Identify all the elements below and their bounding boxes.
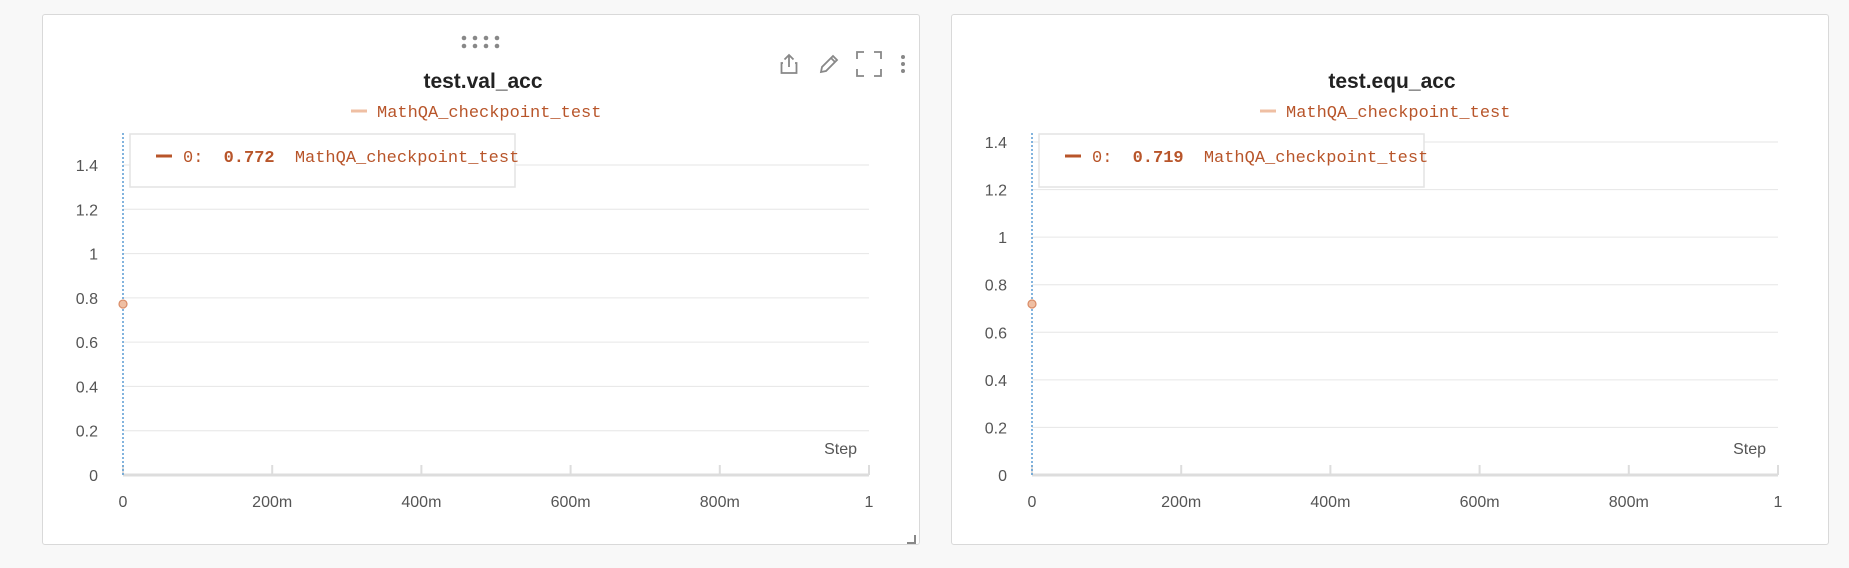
hover-tooltip: 0: 0.719 MathQA_checkpoint_test [1038, 133, 1428, 188]
x-tick-label: 800m [700, 494, 740, 511]
y-tick-label: 1 [89, 247, 98, 264]
tooltip-value: 0.719 [1133, 149, 1184, 168]
y-tick-label: 0.4 [76, 379, 98, 396]
more-button[interactable] [893, 49, 913, 79]
chart-title: test.val_acc [423, 70, 542, 93]
data-point [118, 299, 128, 309]
x-tick-label: 600m [1460, 494, 1500, 511]
y-tick-label: 0.4 [985, 373, 1007, 390]
edit-button[interactable] [813, 49, 845, 79]
svg-text:0: 0.772 MathQ: 0: 0.772 MathQA_checkpoint_test [183, 149, 519, 168]
tooltip-index: 0: [183, 149, 203, 168]
y-tick-label: 0.6 [76, 335, 98, 352]
y-tick-label: 0.8 [985, 278, 1007, 295]
x-axis-label: Step [1733, 441, 1766, 458]
y-tick-label: 0.6 [985, 325, 1007, 342]
x-tick-label: 0 [119, 494, 128, 511]
pencil-icon [819, 54, 839, 74]
chart-panel-equ-acc: test.equ_acc MathQA_checkpoint_test 0 0.2… [951, 14, 1829, 545]
resize-corner-icon[interactable] [906, 531, 916, 544]
chart-panel-val-acc: test.val_acc MathQA_checkpoint_test 0 0.2… [42, 14, 920, 545]
tooltip-index: 0: [1092, 149, 1112, 168]
y-tick-label: 0.8 [76, 291, 98, 308]
y-tick-label: 0 [89, 468, 98, 485]
val-acc-chart[interactable]: test.val_acc MathQA_checkpoint_test 0 0.2… [43, 15, 921, 546]
x-tick-label: 200m [252, 494, 292, 511]
fullscreen-icon [856, 51, 882, 77]
x-tick-label: 400m [401, 494, 441, 511]
x-tick-label: 400m [1310, 494, 1350, 511]
tooltip-series-name: MathQA_checkpoint_test [295, 149, 519, 168]
y-tick-label: 0 [998, 468, 1007, 485]
drag-handle-icon[interactable] [459, 35, 503, 49]
y-tick-label: 1.4 [985, 135, 1007, 152]
more-vertical-icon [901, 55, 905, 73]
svg-text:0: 0.719 MathQ: 0: 0.719 MathQA_checkpoint_test [1092, 149, 1428, 168]
y-tick-label: 1.2 [985, 183, 1007, 200]
panel-toolbar [773, 49, 913, 79]
data-point [1027, 299, 1037, 309]
legend-series-name: MathQA_checkpoint_test [1286, 104, 1510, 123]
x-tick-label: 0 [1028, 494, 1037, 511]
y-tick-label: 1.4 [76, 158, 98, 175]
x-tick-label: 1 [865, 494, 874, 511]
legend-series-name: MathQA_checkpoint_test [377, 104, 601, 123]
x-tick-label: 200m [1161, 494, 1201, 511]
equ-acc-chart[interactable]: test.equ_acc MathQA_checkpoint_test 0 0.2… [952, 15, 1830, 546]
chart-title: test.equ_acc [1328, 70, 1456, 93]
x-tick-label: 600m [551, 494, 591, 511]
share-button[interactable] [773, 49, 805, 79]
tooltip-value: 0.772 [224, 149, 275, 168]
share-icon [780, 53, 798, 74]
y-tick-label: 0.2 [985, 420, 1007, 437]
x-axis-label: Step [824, 441, 857, 458]
y-tick-label: 0.2 [76, 424, 98, 441]
fullscreen-button[interactable] [853, 49, 885, 79]
y-tick-label: 1.2 [76, 202, 98, 219]
x-tick-label: 800m [1609, 494, 1649, 511]
y-tick-label: 1 [998, 230, 1007, 247]
x-tick-label: 1 [1774, 494, 1783, 511]
tooltip-series-name: MathQA_checkpoint_test [1204, 149, 1428, 168]
hover-tooltip: 0: 0.772 MathQA_checkpoint_test [129, 133, 519, 188]
